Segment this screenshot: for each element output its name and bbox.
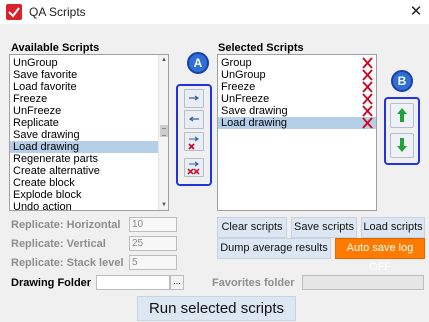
clear-scripts-button[interactable]: Clear scripts bbox=[217, 217, 287, 238]
close-icon[interactable]: ✕ bbox=[406, 2, 426, 22]
remove-item-icon[interactable] bbox=[362, 57, 373, 69]
available-script-item[interactable]: Explode block bbox=[10, 189, 168, 201]
scroll-down-icon[interactable]: ▼ bbox=[159, 200, 168, 210]
annotation-badge-a: A bbox=[187, 52, 209, 74]
available-script-item[interactable]: Save favorite bbox=[10, 69, 168, 81]
selected-script-label: Freeze bbox=[221, 81, 256, 93]
selected-script-item[interactable]: Freeze bbox=[218, 81, 376, 93]
auto-save-log-toggle[interactable]: Auto save log OFF bbox=[335, 238, 425, 273]
available-script-item[interactable]: Load drawing bbox=[10, 141, 158, 153]
remove-all-icon[interactable] bbox=[184, 158, 204, 177]
save-scripts-button[interactable]: Save scripts bbox=[291, 217, 357, 238]
replicate-vertical-field[interactable]: 25 bbox=[129, 236, 177, 251]
replicate-stack-label: Replicate: Stack level bbox=[11, 257, 124, 269]
available-script-item[interactable]: Regenerate parts bbox=[10, 153, 168, 165]
run-selected-scripts-button[interactable]: Run selected scripts bbox=[137, 296, 296, 321]
dump-average-results-button[interactable]: Dump average results bbox=[217, 238, 331, 259]
scroll-thumb[interactable] bbox=[160, 125, 168, 137]
remove-item-icon[interactable] bbox=[362, 81, 373, 93]
remove-item-icon[interactable] bbox=[362, 69, 373, 81]
replicate-stack-field[interactable]: 5 bbox=[129, 255, 177, 270]
replicate-horizontal-field[interactable]: 10 bbox=[129, 217, 177, 232]
browse-folder-button[interactable]: ... bbox=[170, 275, 184, 290]
load-scripts-button[interactable]: Load scripts bbox=[361, 217, 425, 238]
move-up-icon[interactable] bbox=[390, 103, 414, 128]
remove-item-icon[interactable] bbox=[362, 93, 373, 105]
available-script-item[interactable]: Load favorite bbox=[10, 81, 168, 93]
available-scrollbar[interactable]: ▲ ▼ bbox=[158, 55, 168, 210]
selected-script-label: Save drawing bbox=[221, 105, 288, 117]
replicate-horizontal-label: Replicate: Horizontal bbox=[11, 219, 121, 231]
selected-scripts-list[interactable]: Group UnGroup Freeze UnFreeze Save drawing Lo… bbox=[217, 54, 377, 211]
available-script-item[interactable]: Undo action bbox=[10, 201, 168, 210]
remove-item-icon[interactable] bbox=[362, 117, 373, 129]
move-down-icon[interactable] bbox=[390, 133, 414, 158]
selected-script-label: Group bbox=[221, 57, 252, 69]
move-left-icon[interactable] bbox=[184, 110, 204, 129]
selected-script-label: UnFreeze bbox=[221, 93, 270, 105]
selected-script-item[interactable]: Load drawing bbox=[218, 117, 376, 129]
remove-one-icon[interactable] bbox=[184, 132, 204, 151]
selected-script-label: UnGroup bbox=[221, 69, 266, 81]
selected-script-item[interactable]: UnGroup bbox=[218, 69, 376, 81]
window-title: QA Scripts bbox=[29, 5, 86, 19]
available-script-item[interactable]: Replicate bbox=[10, 117, 168, 129]
selected-script-item[interactable]: Save drawing bbox=[218, 105, 376, 117]
available-scripts-list[interactable]: UnGroup Save favorite Load favorite Freeze U… bbox=[9, 54, 169, 211]
drawing-folder-field[interactable] bbox=[96, 275, 170, 290]
available-script-item[interactable]: UnGroup bbox=[10, 57, 168, 69]
available-script-item[interactable]: UnFreeze bbox=[10, 105, 168, 117]
available-script-item[interactable]: Create block bbox=[10, 177, 168, 189]
annotation-badge-b: B bbox=[391, 70, 413, 92]
drawing-folder-label: Drawing Folder bbox=[11, 277, 92, 289]
app-icon bbox=[6, 4, 22, 20]
move-right-icon[interactable] bbox=[184, 89, 204, 108]
available-script-item[interactable]: Create alternative bbox=[10, 165, 168, 177]
available-script-item[interactable]: Freeze bbox=[10, 93, 168, 105]
favorites-folder-label: Favorites folder bbox=[212, 277, 295, 289]
selected-script-item[interactable]: Group bbox=[218, 57, 376, 69]
replicate-vertical-label: Replicate: Vertical bbox=[11, 238, 106, 250]
available-script-item[interactable]: Save drawing bbox=[10, 129, 168, 141]
scroll-up-icon[interactable]: ▲ bbox=[159, 55, 168, 65]
title-bar: QA Scripts ✕ bbox=[0, 0, 429, 24]
available-scripts-label: Available Scripts bbox=[11, 42, 100, 54]
selected-scripts-label: Selected Scripts bbox=[218, 42, 304, 54]
selected-script-label: Load drawing bbox=[221, 117, 288, 129]
selected-script-item[interactable]: UnFreeze bbox=[218, 93, 376, 105]
favorites-folder-field[interactable] bbox=[302, 275, 424, 290]
remove-item-icon[interactable] bbox=[362, 105, 373, 117]
